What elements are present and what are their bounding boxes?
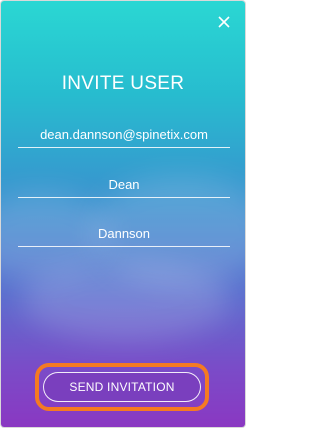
send-invitation-button[interactable]: SEND INVITATION xyxy=(43,372,201,402)
last-name-field-wrapper xyxy=(18,220,230,247)
background-cloud xyxy=(21,261,231,341)
email-field[interactable] xyxy=(18,121,230,147)
last-name-field[interactable] xyxy=(18,220,230,246)
invite-user-dialog: INVITE USER SEND INVITATION xyxy=(1,1,245,427)
close-icon[interactable] xyxy=(215,13,233,31)
first-name-field[interactable] xyxy=(18,171,230,197)
email-field-wrapper xyxy=(18,121,230,148)
first-name-field-wrapper xyxy=(18,171,230,198)
dialog-title: INVITE USER xyxy=(61,73,185,94)
